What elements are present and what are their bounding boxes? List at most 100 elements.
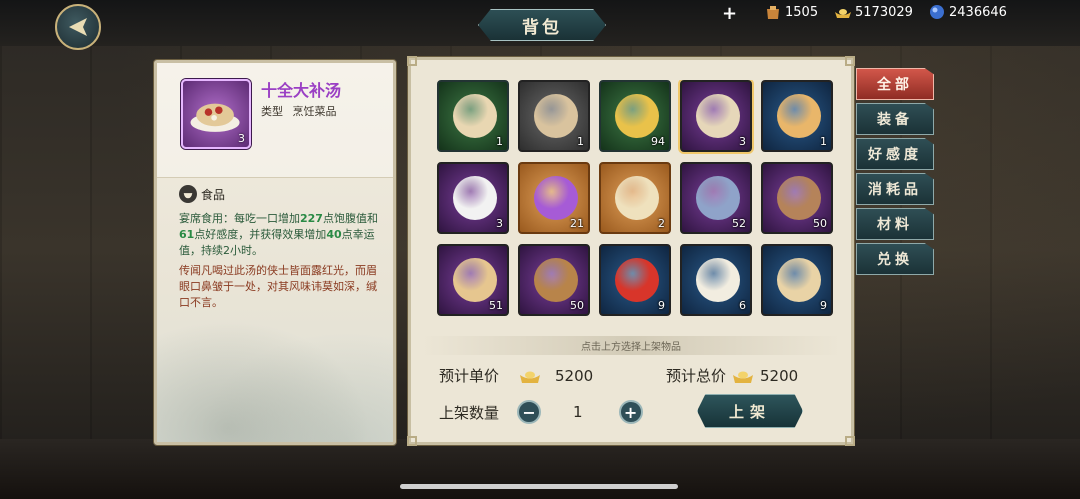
red-chili-icon (615, 258, 659, 302)
corner-ornament (845, 436, 855, 446)
slot-count: 2 (658, 217, 665, 230)
jade-orb-icon (930, 5, 944, 19)
slot-count: 52 (732, 217, 746, 230)
effect-text: 点好感度，并获得效果增加 (194, 228, 327, 241)
inventory-slot[interactable]: 52 (680, 162, 752, 234)
item-detail-panel: 3 十全大补汤 类型 烹饪菜品 食品 宴席食用：每吃一口增加227点饱腹值和 61… (154, 60, 396, 445)
inventory-panel: 1 1 94 3 1 3 21 2 52 50 51 50 9 6 9 点击上方选择上架物品 预计单价 52… (407, 56, 855, 446)
inventory-slot[interactable]: 3 (437, 162, 509, 234)
tab-consumables[interactable]: 消耗品 (856, 173, 934, 205)
decrease-quantity-button[interactable]: − (517, 400, 542, 424)
currency-pouch: 1505 (764, 3, 818, 21)
medicine-jar-icon (453, 94, 497, 138)
effect-text: 点饱腹值和 (322, 212, 378, 225)
slot-count: 6 (739, 299, 746, 312)
currency-value: 2436646 (949, 4, 1007, 20)
inventory-slot[interactable]: 50 (518, 244, 590, 316)
quantity-label: 上架数量 (439, 403, 500, 422)
inventory-slot[interactable]: 9 (761, 244, 833, 316)
gold-ingot-icon (835, 9, 851, 18)
item-effect-text: 宴席食用：每吃一口增加227点饱腹值和61点好感度，并获得效果增加40点幸运值，… (179, 211, 387, 259)
corner-ornament (845, 56, 855, 66)
unit-price-label: 预计单价 (439, 367, 500, 385)
effect-value: 61 (179, 228, 195, 241)
unit-price-row: 预计单价 5200 (439, 365, 593, 386)
slot-count: 3 (496, 217, 503, 230)
tab-favor[interactable]: 好感度 (856, 138, 934, 170)
tab-exchange[interactable]: 兑换 (856, 243, 934, 275)
tab-equipment[interactable]: 装备 (856, 103, 934, 135)
unit-price-value: 5200 (555, 366, 594, 385)
ginseng-root-icon (453, 258, 497, 302)
corner-ornament (407, 56, 417, 66)
slot-count: 51 (489, 299, 503, 312)
steamed-buns-icon (696, 258, 740, 302)
item-name: 十全大补汤 (261, 81, 342, 100)
total-price-row: 预计总价 5200 (666, 365, 798, 386)
page-title: 背包 (522, 17, 562, 38)
congee-bowl-icon (777, 258, 821, 302)
inventory-slot[interactable]: 2 (599, 162, 671, 234)
corner-ornament (407, 436, 417, 446)
purple-dragon-icon (534, 176, 578, 220)
item-type-label: 类型 (261, 105, 283, 118)
total-price-label: 预计总价 (666, 367, 727, 385)
medicine-bottle-icon (534, 94, 578, 138)
food-tag-label: 食品 (201, 187, 226, 202)
back-button[interactable] (55, 4, 101, 50)
inventory-slot[interactable]: 51 (437, 244, 509, 316)
feathers-icon (777, 176, 821, 220)
inventory-slot[interactable]: 1 (437, 80, 509, 152)
effect-value: 227 (300, 212, 323, 225)
slot-count: 9 (658, 299, 665, 312)
pouch-icon (767, 6, 779, 19)
inventory-slot[interactable]: 1 (518, 80, 590, 152)
increase-quantity-button[interactable]: + (618, 400, 643, 424)
inventory-slot[interactable]: 21 (518, 162, 590, 234)
currency-jade: 2436646 (928, 3, 1007, 21)
effect-value: 40 (326, 228, 342, 241)
stew-pot-icon (777, 94, 821, 138)
inventory-grid: 1 1 94 3 1 3 21 2 52 50 51 50 9 6 9 (437, 80, 837, 335)
slot-count: 9 (820, 299, 827, 312)
inventory-slot[interactable]: 9 (599, 244, 671, 316)
gold-ingot-icon (520, 371, 541, 383)
slot-count: 50 (570, 299, 584, 312)
currency-value: 5173029 (855, 4, 913, 20)
effect-text: 宴席食用：每吃一口增加 (179, 212, 300, 225)
title-plate: 背包 (478, 9, 606, 41)
inventory-slot[interactable]: 6 (680, 244, 752, 316)
lingzhi-mushroom-icon (534, 258, 578, 302)
add-currency-button[interactable]: + (722, 3, 737, 24)
currency-value: 1505 (785, 4, 819, 20)
home-indicator[interactable] (400, 484, 678, 489)
gold-ingot-icon (733, 371, 754, 383)
tab-all[interactable]: 全部 (856, 68, 934, 100)
golden-leaf-icon (615, 94, 659, 138)
slot-count: 1 (820, 135, 827, 148)
background-floor (0, 439, 1080, 499)
bowl-icon (179, 185, 197, 203)
slot-count: 94 (651, 135, 665, 148)
slot-count: 21 (570, 217, 584, 230)
total-price-value: 5200 (760, 366, 799, 385)
slot-count: 3 (739, 135, 746, 148)
list-item-button[interactable]: 上架 (697, 394, 803, 428)
inventory-slot[interactable]: 50 (761, 162, 833, 234)
food-tag: 食品 (179, 185, 225, 203)
inventory-slot[interactable]: 94 (599, 80, 671, 152)
inventory-slot[interactable]: 1 (761, 80, 833, 152)
currency-gold: 5173029 (834, 3, 913, 21)
lotus-flower-icon (696, 176, 740, 220)
quantity-row: 上架数量 − 1 + (439, 400, 643, 424)
porcelain-vase-icon (453, 176, 497, 220)
selection-hint: 点击上方选择上架物品 (421, 336, 841, 355)
ink-landscape-decoration (157, 302, 393, 442)
quantity-value: 1 (573, 403, 583, 421)
scroll-letter-icon (615, 176, 659, 220)
selected-item-frame: 3 (181, 79, 251, 149)
tab-materials[interactable]: 材料 (856, 208, 934, 240)
slot-count: 1 (577, 135, 584, 148)
slot-count: 1 (496, 135, 503, 148)
inventory-slot[interactable]: 3 (680, 80, 752, 152)
